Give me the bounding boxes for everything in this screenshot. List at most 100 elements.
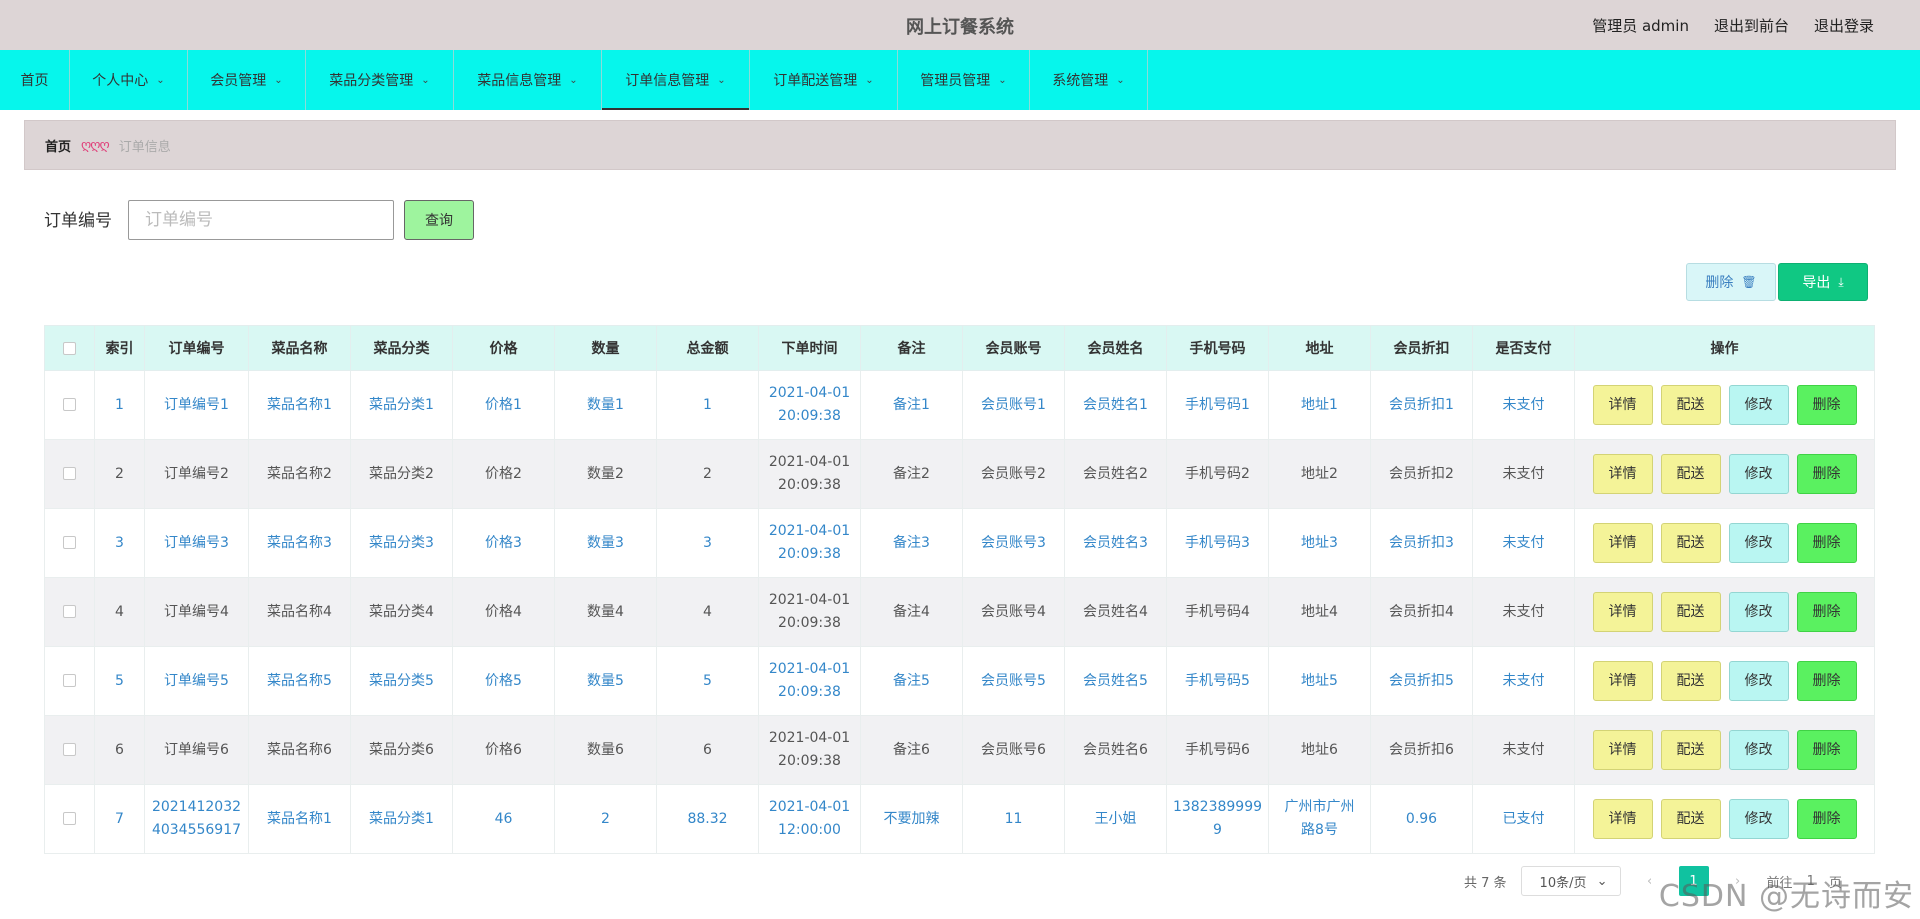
deliver-button[interactable]: 配送 xyxy=(1660,523,1721,563)
table-cell: 备注4 xyxy=(860,577,963,647)
table-cell: 数量5 xyxy=(554,646,657,716)
delete-button[interactable]: 删除 xyxy=(1796,385,1857,425)
order-number-input[interactable] xyxy=(128,200,394,240)
table-cell: 会员姓名4 xyxy=(1064,577,1167,647)
row-checkbox-cell xyxy=(44,784,95,854)
deliver-button[interactable]: 配送 xyxy=(1660,454,1721,494)
main-content: 订单编号 查询 删除 🗑 导出 ⤓ 索引订单编号菜品名称菜品分类价格数量总金额下… xyxy=(24,180,1896,919)
table-cell: 手机号码2 xyxy=(1166,439,1269,509)
column-header: 菜品名称 xyxy=(248,325,351,371)
delete-button[interactable]: 删除 xyxy=(1796,592,1857,632)
table-cell: 1382389999 9 xyxy=(1166,784,1269,854)
row-actions-cell: 详情 配送 修改 删除 xyxy=(1574,370,1875,440)
row-checkbox[interactable] xyxy=(63,743,76,756)
batch-delete-button[interactable]: 删除 🗑 xyxy=(1686,263,1776,301)
edit-button[interactable]: 修改 xyxy=(1728,730,1789,770)
table-cell: 菜品分类1 xyxy=(350,370,453,440)
column-header: 订单编号 xyxy=(144,325,249,371)
table-cell: 手机号码3 xyxy=(1166,508,1269,578)
edit-button[interactable]: 修改 xyxy=(1728,592,1789,632)
table-cell: 1 xyxy=(94,370,145,440)
table-cell: 订单编号4 xyxy=(144,577,249,647)
table-cell: 6 xyxy=(94,715,145,785)
select-all-checkbox-cell xyxy=(44,325,95,371)
table-cell: 订单编号1 xyxy=(144,370,249,440)
detail-button[interactable]: 详情 xyxy=(1592,661,1653,701)
top-header: 网上订餐系统 管理员 admin 退出到前台 退出登录 xyxy=(0,0,1920,50)
row-checkbox[interactable] xyxy=(63,467,76,480)
table-cell: 备注6 xyxy=(860,715,963,785)
row-actions: 详情 配送 修改 删除 xyxy=(1579,454,1870,494)
deliver-button[interactable]: 配送 xyxy=(1660,661,1721,701)
edit-button[interactable]: 修改 xyxy=(1728,523,1789,563)
table-cell: 菜品分类3 xyxy=(350,508,453,578)
breadcrumb-home[interactable]: 首页 xyxy=(45,136,71,155)
detail-button[interactable]: 详情 xyxy=(1592,385,1653,425)
nav-item-5[interactable]: 订单信息管理 ⌄ xyxy=(602,50,750,110)
chevron-down-icon: ⌄ xyxy=(156,74,165,86)
nav-item-4[interactable]: 菜品信息管理 ⌄ xyxy=(454,50,602,110)
table-cell: 菜品名称1 xyxy=(248,784,351,854)
table-cell: 手机号码6 xyxy=(1166,715,1269,785)
delete-button[interactable]: 删除 xyxy=(1796,523,1857,563)
detail-button[interactable]: 详情 xyxy=(1592,730,1653,770)
row-actions-cell: 详情 配送 修改 删除 xyxy=(1574,508,1875,578)
deliver-button[interactable]: 配送 xyxy=(1660,592,1721,632)
nav-item-6[interactable]: 订单配送管理 ⌄ xyxy=(750,50,898,110)
table-cell: 菜品分类5 xyxy=(350,646,453,716)
nav-item-3[interactable]: 菜品分类管理 ⌄ xyxy=(306,50,454,110)
table-cell: 数量1 xyxy=(554,370,657,440)
trash-icon: 🗑 xyxy=(1741,275,1757,289)
row-actions-cell: 详情 配送 修改 删除 xyxy=(1574,577,1875,647)
table-cell: 菜品分类1 xyxy=(350,784,453,854)
table-cell: 价格4 xyxy=(452,577,555,647)
row-checkbox[interactable] xyxy=(63,536,76,549)
delete-button[interactable]: 删除 xyxy=(1796,661,1857,701)
nav-item-label: 会员管理 xyxy=(210,73,267,89)
detail-button[interactable]: 详情 xyxy=(1592,523,1653,563)
table-cell: 会员账号5 xyxy=(962,646,1065,716)
export-button[interactable]: 导出 ⤓ xyxy=(1778,263,1868,301)
nav-item-2[interactable]: 会员管理 ⌄ xyxy=(188,50,306,110)
table-cell: 7 xyxy=(94,784,145,854)
exit-to-front-link[interactable]: 退出到前台 xyxy=(1714,15,1789,36)
page-size-select[interactable]: 10条/页 ⌄ xyxy=(1520,866,1621,896)
row-checkbox-cell xyxy=(44,439,95,509)
nav-item-1[interactable]: 个人中心 ⌄ xyxy=(70,50,188,110)
admin-user-label[interactable]: 管理员 admin xyxy=(1592,15,1689,36)
logout-link[interactable]: 退出登录 xyxy=(1814,15,1874,36)
table-row: 4 订单编号4 菜品名称4 菜品分类4 价格4 数量4 4 2021-04-01 20:09:3… xyxy=(44,577,1875,647)
detail-button[interactable]: 详情 xyxy=(1592,799,1653,839)
delete-button[interactable]: 删除 xyxy=(1796,454,1857,494)
nav-item-0[interactable]: 首页 xyxy=(0,50,70,110)
edit-button[interactable]: 修改 xyxy=(1728,799,1789,839)
edit-button[interactable]: 修改 xyxy=(1728,385,1789,425)
edit-button[interactable]: 修改 xyxy=(1728,661,1789,701)
select-all-checkbox[interactable] xyxy=(63,341,76,355)
column-header: 会员折扣 xyxy=(1370,325,1473,371)
query-button[interactable]: 查询 xyxy=(404,200,474,240)
deliver-button[interactable]: 配送 xyxy=(1660,730,1721,770)
edit-button[interactable]: 修改 xyxy=(1728,454,1789,494)
delete-button[interactable]: 删除 xyxy=(1796,730,1857,770)
delete-button[interactable]: 删除 xyxy=(1796,799,1857,839)
deliver-button[interactable]: 配送 xyxy=(1660,799,1721,839)
row-checkbox[interactable] xyxy=(63,674,76,687)
deliver-button[interactable]: 配送 xyxy=(1660,385,1721,425)
table-cell: 2 xyxy=(656,439,759,509)
header-actions: 管理员 admin 退出到前台 退出登录 xyxy=(1592,15,1874,36)
table-cell: 地址5 xyxy=(1268,646,1371,716)
nav-item-7[interactable]: 管理员管理 ⌄ xyxy=(898,50,1030,110)
table-cell: 备注3 xyxy=(860,508,963,578)
table-cell: 不要加辣 xyxy=(860,784,963,854)
row-checkbox[interactable] xyxy=(63,605,76,618)
detail-button[interactable]: 详情 xyxy=(1592,592,1653,632)
table-cell: 价格2 xyxy=(452,439,555,509)
nav-item-8[interactable]: 系统管理 ⌄ xyxy=(1030,50,1148,110)
table-cell: 菜品名称4 xyxy=(248,577,351,647)
table-cell: 菜品分类2 xyxy=(350,439,453,509)
row-checkbox[interactable] xyxy=(63,398,76,411)
row-checkbox[interactable] xyxy=(63,812,76,825)
main-nav: 首页 个人中心 ⌄ 会员管理 ⌄ 菜品分类管理 ⌄ 菜品信息管理 ⌄ 订单信息管理 ⌄ 订单配送管理 ⌄… xyxy=(0,50,1920,110)
detail-button[interactable]: 详情 xyxy=(1592,454,1653,494)
